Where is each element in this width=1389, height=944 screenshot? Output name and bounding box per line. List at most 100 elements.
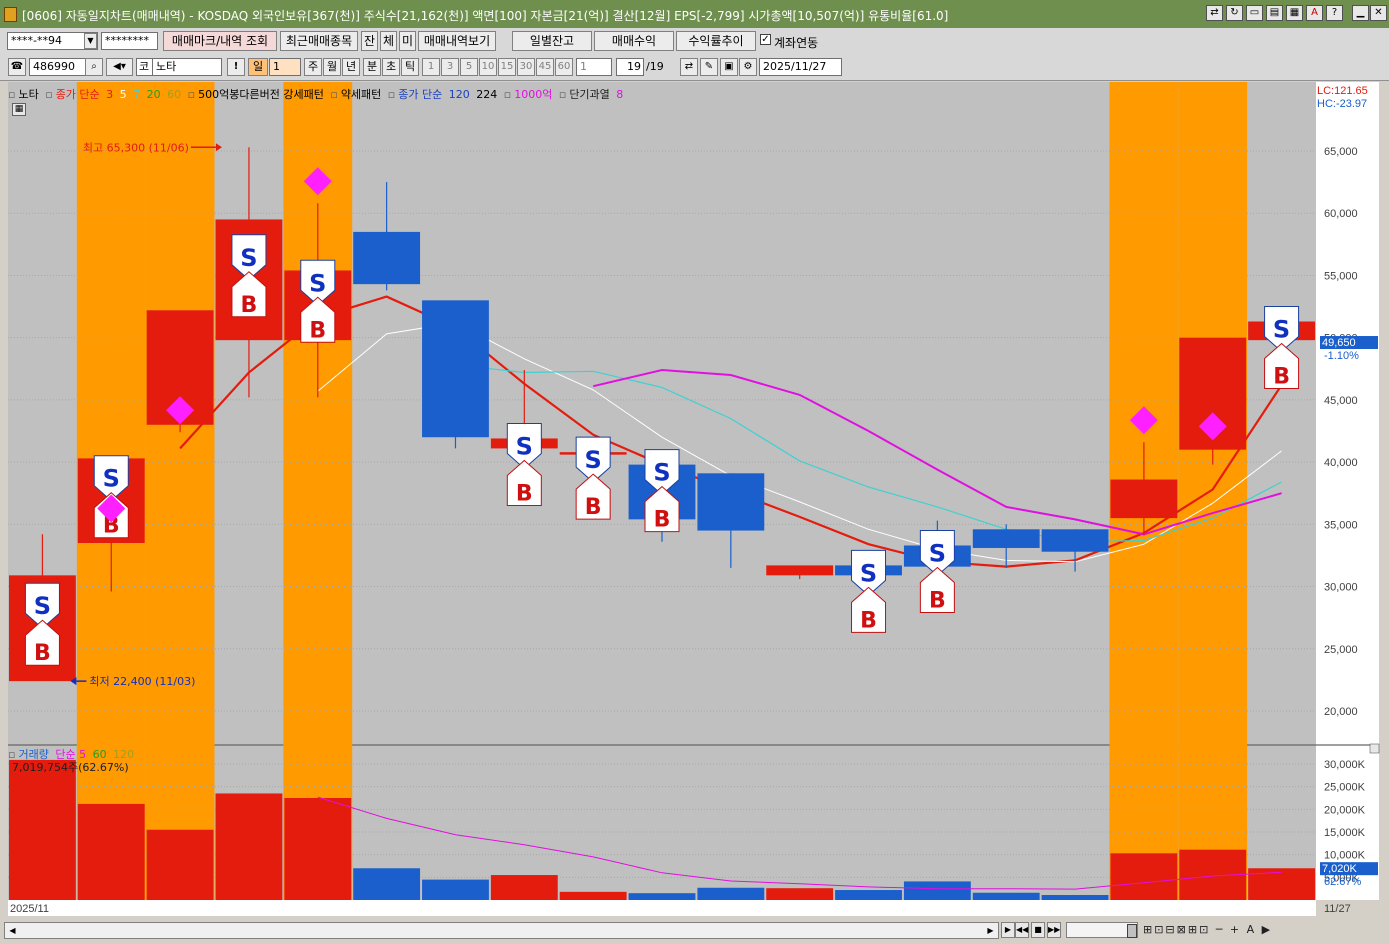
balance-button[interactable]: 잔: [361, 31, 378, 51]
vol-last-value: 7,019,754주(62.67%): [12, 761, 129, 774]
candle-body: [1041, 529, 1109, 552]
profit-trend-button[interactable]: 수익률추이: [676, 31, 756, 51]
save-icon[interactable]: ▤: [1266, 5, 1283, 21]
volume-bar: [628, 893, 696, 900]
help-icon[interactable]: ?: [1326, 5, 1343, 21]
account-link-checkbox[interactable]: ✓: [760, 34, 771, 45]
interval-3-button[interactable]: 3: [441, 58, 459, 76]
account-toolbar: ****-**94 ▼ ******** 매매마크/내역 조회 최근매매종목 잔…: [0, 28, 1389, 54]
period-minute-button[interactable]: 분: [363, 58, 381, 76]
pane-toggle-icon: [1369, 743, 1380, 754]
recent-trades-button[interactable]: 최근매매종목: [280, 31, 358, 51]
password-field[interactable]: ********: [101, 32, 158, 50]
x-end-label: 11/27: [1324, 903, 1351, 915]
price-tick-label: 30,000: [1324, 582, 1358, 594]
volume-tick-label: 20,000K: [1324, 804, 1366, 816]
chart-area[interactable]: SSSSS S SSSSBBBBBB BBBB 20,00025,00030,0003…: [0, 82, 1389, 918]
horizontal-scrollbar[interactable]: ◀ ▶: [4, 922, 999, 939]
zoom-slider[interactable]: [1066, 922, 1138, 938]
unfilled-button[interactable]: 미: [399, 31, 416, 51]
close-button[interactable]: ✕: [1370, 5, 1387, 21]
period-month-button[interactable]: 월: [323, 58, 341, 76]
candle-body: [1110, 479, 1178, 519]
page-input[interactable]: 19: [616, 58, 644, 76]
candle-body: [766, 565, 834, 576]
period-year-button[interactable]: 년: [342, 58, 360, 76]
interval-60-button[interactable]: 60: [555, 58, 573, 76]
font-icon[interactable]: A: [1306, 5, 1323, 21]
interval-15-button[interactable]: 15: [498, 58, 516, 76]
period-week-button[interactable]: 주: [304, 58, 322, 76]
link-icon[interactable]: ⇄: [1206, 5, 1223, 21]
volume-bar: [77, 803, 145, 900]
tools-icon[interactable]: ✎: [700, 58, 718, 76]
disk-icon[interactable]: ▣: [720, 58, 738, 76]
market-type[interactable]: 코: [136, 58, 153, 76]
scroll-left-icon[interactable]: ◀: [5, 923, 20, 938]
stock-code-input[interactable]: 486990: [29, 58, 86, 76]
calendar-icon[interactable]: ▦: [12, 103, 26, 116]
legend-marker-icon: ▫: [503, 88, 512, 101]
last-vol-pct-label: 62.67%: [1324, 876, 1362, 888]
trade-history-button[interactable]: 매매내역보기: [418, 31, 496, 51]
sell-marker-label: S: [309, 269, 326, 297]
rewind-icon[interactable]: ◀◀: [1015, 922, 1029, 938]
legend-ma60: 60: [167, 88, 182, 101]
window-icon[interactable]: ▭: [1246, 5, 1263, 21]
speaker-icon[interactable]: ◀▾: [106, 58, 133, 76]
volume-bar: [766, 888, 834, 900]
period-second-button[interactable]: 초: [382, 58, 400, 76]
alert-icon[interactable]: !: [227, 58, 245, 76]
interval-count-select[interactable]: 1: [576, 58, 612, 76]
volume-bar: [146, 829, 214, 900]
stop-icon[interactable]: ■: [1031, 922, 1045, 938]
scroll-right-icon[interactable]: ▶: [983, 923, 998, 938]
sell-marker-label: S: [103, 465, 120, 493]
legend-ma120: 120: [448, 88, 470, 101]
volume-bar: [490, 875, 558, 900]
settings-icon[interactable]: ⚙: [739, 58, 757, 76]
candle-body: [697, 473, 765, 531]
minimize-button[interactable]: ▁: [1352, 5, 1369, 21]
candle-body: [353, 231, 421, 285]
interval-10-button[interactable]: 10: [479, 58, 497, 76]
account-dropdown-icon[interactable]: ▼: [84, 33, 97, 49]
candle-body: [422, 300, 489, 438]
scroll-toolbar: ◀ ▶ ▶ ◀◀ ■ ▶▶ ⊞⊡⊟⊠⊞⊡ ─ + A ▶: [0, 918, 1389, 944]
refresh-icon[interactable]: ↻: [1226, 5, 1243, 21]
date-input[interactable]: 2025/11/27: [759, 58, 842, 76]
hc-value: HC:-23.97: [1317, 98, 1367, 110]
interval-1-button[interactable]: 1: [422, 58, 440, 76]
marker-query-button[interactable]: 매매마크/내역 조회: [163, 31, 277, 51]
filled-button[interactable]: 체: [380, 31, 397, 51]
fast-forward-icon[interactable]: ▶▶: [1047, 922, 1061, 938]
buy-marker-label: B: [929, 588, 946, 613]
stock-name-field[interactable]: 노타: [152, 58, 222, 76]
trade-profit-button[interactable]: 매매수익: [594, 31, 674, 51]
chart-tools-icons[interactable]: ⊞⊡⊟⊠⊞⊡ ─ + A ▶: [1143, 922, 1383, 938]
period-day-button[interactable]: 일: [248, 58, 268, 76]
volume-tick-label: 15,000K: [1324, 827, 1366, 839]
zoom-slider-handle[interactable]: [1127, 924, 1137, 938]
app-icon: [4, 7, 17, 22]
volume-tick-label: 10,000K: [1324, 850, 1366, 862]
high-annotation: 최고 65,300 (11/06): [83, 141, 189, 154]
period-tick-button[interactable]: 틱: [401, 58, 419, 76]
interval-30-button[interactable]: 30: [517, 58, 535, 76]
volume-bar: [835, 890, 902, 900]
interval-45-button[interactable]: 45: [536, 58, 554, 76]
search-icon[interactable]: ⌕: [85, 58, 103, 76]
interval-5-button[interactable]: 5: [460, 58, 478, 76]
print-icon[interactable]: ▦: [1286, 5, 1303, 21]
phone-icon[interactable]: ☎: [8, 58, 26, 76]
swap-icon[interactable]: ⇄: [680, 58, 698, 76]
legend-ma20: 20: [146, 88, 161, 101]
buy-marker-label: B: [860, 608, 877, 633]
daily-balance-button[interactable]: 일별잔고: [512, 31, 592, 51]
legend-ma3: 3: [106, 88, 114, 101]
legend-marker-icon: ▫: [330, 88, 338, 101]
sell-marker-label: S: [860, 559, 877, 587]
legend-ma5: 5: [119, 88, 127, 101]
play-icon[interactable]: ▶: [1001, 922, 1015, 938]
period-count-select[interactable]: 1: [269, 58, 301, 76]
